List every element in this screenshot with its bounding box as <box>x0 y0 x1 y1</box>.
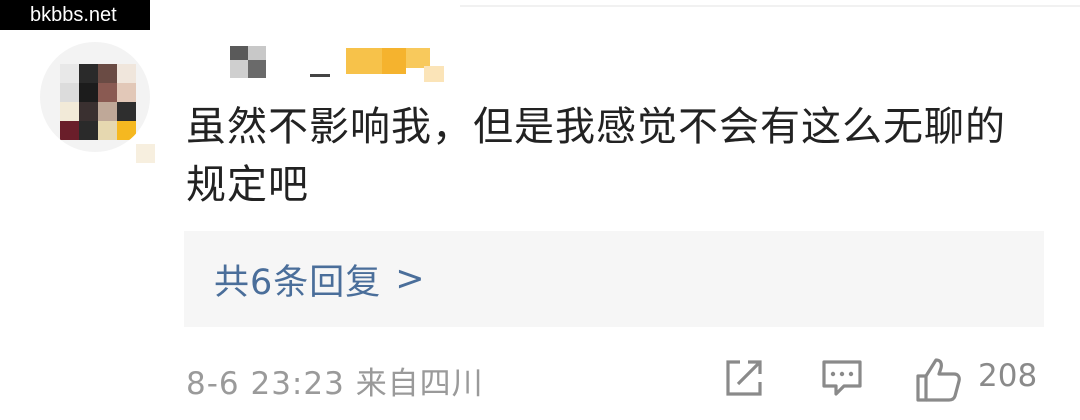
avatar-pixel <box>60 121 79 140</box>
avatar-pixel <box>117 83 136 102</box>
username-pixel <box>424 66 444 82</box>
avatar-pixel <box>60 102 79 121</box>
username-pixel <box>230 60 248 78</box>
avatar-pixel <box>79 121 98 140</box>
avatar-pixel <box>98 121 117 140</box>
avatar-pixel <box>60 64 79 83</box>
avatar[interactable] <box>40 42 160 163</box>
avatar-pixel <box>79 64 98 83</box>
avatar-pixel <box>98 64 117 83</box>
chevron-right-icon: > <box>395 259 425 299</box>
thumbs-up-icon <box>916 358 961 402</box>
comment-meta: 8-6 23:23 来自四川 <box>186 358 484 403</box>
share-icon <box>726 360 762 396</box>
username-pixel <box>230 46 248 60</box>
avatar-pixel <box>117 121 136 140</box>
avatar-pixel <box>79 102 98 121</box>
view-replies-button[interactable]: 共6条回复 > <box>184 231 1044 327</box>
comment-icon <box>822 360 862 396</box>
avatar-pixel <box>98 83 117 102</box>
avatar-pixel <box>98 102 117 121</box>
replies-count-label: 共6条回复 <box>214 262 382 303</box>
comment-card: bkbbs.net 虽然不影响我，但是我感觉不会有这么无聊的规定吧 共6条回复 … <box>0 0 1080 420</box>
username-pixel <box>310 74 330 77</box>
watermark: bkbbs.net <box>0 0 150 30</box>
avatar-pixel <box>60 83 79 102</box>
comment-text: 虽然不影响我，但是我感觉不会有这么无聊的规定吧 <box>186 104 1006 208</box>
avatar-pixel <box>79 83 98 102</box>
username-pixelated[interactable] <box>228 46 458 86</box>
comment-button[interactable] <box>820 356 864 400</box>
timestamp: 8-6 23:23 <box>186 366 345 402</box>
divider <box>460 5 1080 7</box>
like-count: 208 <box>978 358 1038 394</box>
username-pixel <box>248 60 266 78</box>
share-button[interactable] <box>722 356 766 400</box>
avatar-circle <box>40 42 150 152</box>
like-button[interactable] <box>914 356 962 404</box>
username-pixel <box>382 48 406 74</box>
username-pixel <box>406 48 430 68</box>
avatar-pixel <box>117 64 136 83</box>
avatar-pixel <box>136 144 155 163</box>
avatar-pixel <box>117 102 136 121</box>
username-pixel <box>248 46 266 60</box>
username-pixel <box>346 48 382 74</box>
location: 来自四川 <box>355 366 484 402</box>
